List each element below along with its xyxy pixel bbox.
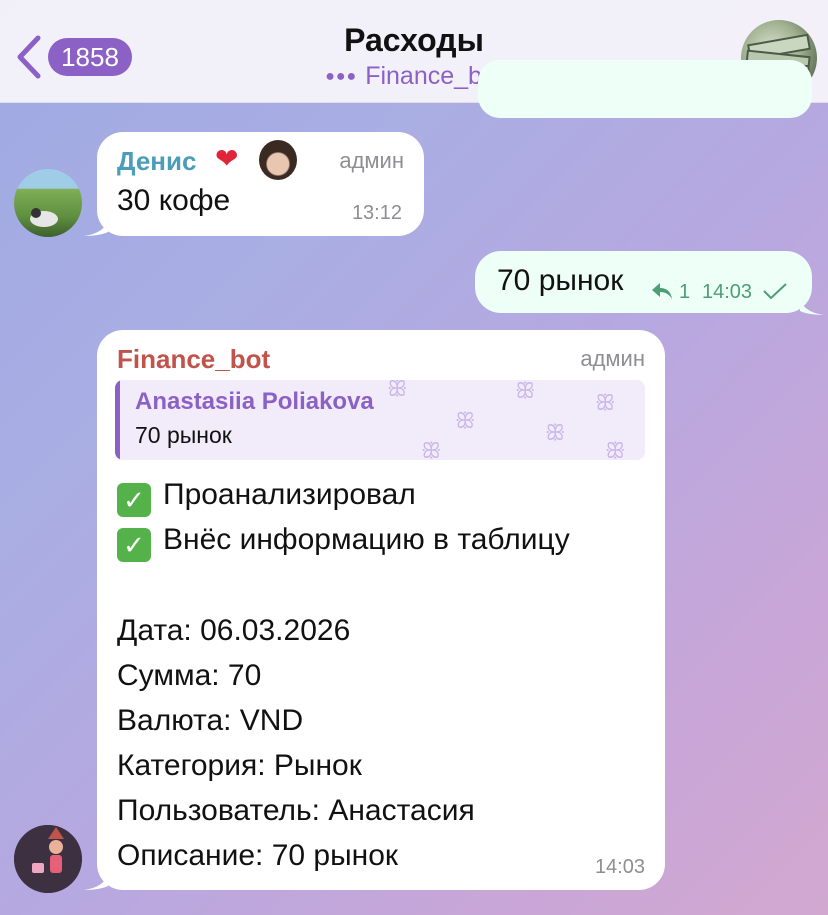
emoji-status-icon bbox=[259, 140, 297, 180]
message-text: 30 кофе bbox=[117, 184, 231, 217]
bubble-tail bbox=[800, 295, 824, 315]
quote-author: Anastasiia Poliakova bbox=[135, 388, 374, 415]
typing-dots-icon: ●●● bbox=[325, 68, 358, 85]
reply-quote[interactable]: ꕥ ꕥ ꕥ ꕥ ꕥ ꕥ ꕥ Anastasiia Poliakova 70 ры… bbox=[115, 380, 645, 460]
heart-icon: ❤ bbox=[215, 143, 239, 174]
reply-arrow-icon[interactable] bbox=[651, 281, 673, 301]
status-line: ✓ Проанализировал bbox=[117, 478, 416, 517]
check-mark-icon: ✓ bbox=[117, 528, 151, 562]
message-time: 14:03 bbox=[702, 281, 753, 303]
status-line: ✓ Внёс информацию в таблицу bbox=[117, 523, 570, 562]
pattern-icon: ꕥ bbox=[515, 380, 536, 403]
bot-message-bubble[interactable]: Finance_bot админ ꕥ ꕥ ꕥ ꕥ ꕥ ꕥ ꕥ Anastasi… bbox=[97, 330, 665, 890]
status-text: Внёс информацию в таблицу bbox=[163, 523, 570, 556]
chat-title[interactable]: Расходы bbox=[0, 22, 828, 59]
detail-date: Дата: 06.03.2026 bbox=[117, 614, 351, 647]
detail-user: Пользователь: Анастасия bbox=[117, 794, 475, 827]
message-time: 14:03 bbox=[594, 856, 645, 878]
message-bubble[interactable]: Денис ❤ админ 30 кофе 13:12 bbox=[97, 132, 424, 236]
pattern-icon: ꕥ bbox=[455, 408, 476, 433]
reply-count: 1 bbox=[679, 281, 691, 303]
detail-amount: Сумма: 70 bbox=[117, 659, 262, 692]
previous-message-bubble[interactable] bbox=[478, 60, 812, 118]
bubble-tail bbox=[84, 216, 108, 236]
landscape-photo-icon bbox=[30, 208, 58, 227]
pattern-icon: ꕥ bbox=[605, 438, 626, 460]
illustrated-avatar-icon bbox=[14, 825, 82, 893]
role-label: админ bbox=[339, 148, 404, 173]
role-label: админ bbox=[580, 346, 645, 371]
bubble-tail bbox=[84, 870, 108, 890]
message-bubble[interactable]: 70 рынок 1 14:03 bbox=[475, 251, 812, 313]
detail-category: Категория: Рынок bbox=[117, 749, 362, 782]
pattern-icon: ꕥ bbox=[421, 438, 442, 460]
avatar[interactable] bbox=[14, 825, 82, 893]
check-mark-icon: ✓ bbox=[117, 483, 151, 517]
pattern-icon: ꕥ bbox=[545, 420, 566, 445]
message-text: 70 рынок bbox=[497, 264, 624, 297]
pattern-icon: ꕥ bbox=[595, 390, 616, 415]
sender-name[interactable]: Денис bbox=[117, 146, 196, 177]
quote-bar bbox=[115, 380, 120, 460]
sender-name[interactable]: Finance_bot bbox=[117, 344, 270, 375]
quote-text: 70 рынок bbox=[135, 422, 232, 448]
sent-check-icon bbox=[763, 283, 787, 300]
status-text: Проанализировал bbox=[163, 478, 416, 511]
detail-currency: Валюта: VND bbox=[117, 704, 304, 737]
message-time: 13:12 bbox=[351, 202, 402, 224]
pattern-icon: ꕥ bbox=[387, 380, 408, 401]
avatar[interactable] bbox=[14, 169, 82, 237]
detail-description: Описание: 70 рынок bbox=[117, 839, 399, 872]
